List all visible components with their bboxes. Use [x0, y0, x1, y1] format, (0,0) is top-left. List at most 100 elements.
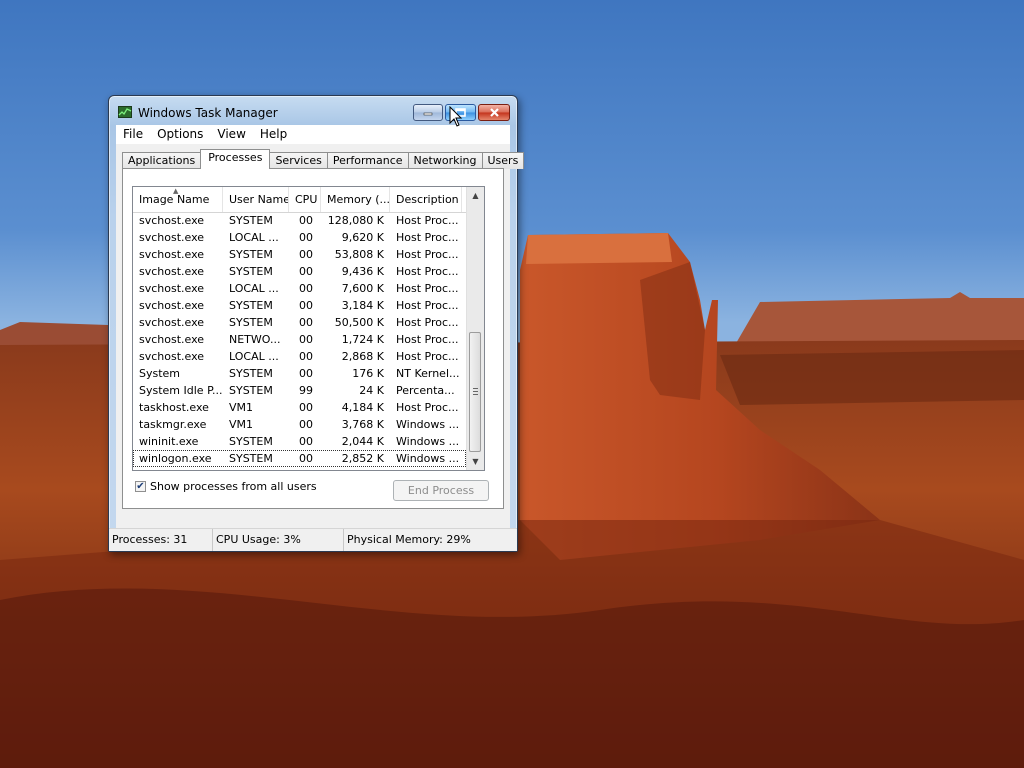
menu-options[interactable]: Options — [150, 125, 210, 144]
row-memory: 24 K — [359, 384, 384, 397]
row-image-name: svchost.exe — [139, 231, 205, 244]
table-row[interactable]: taskmgr.exe VM1 00 3,768 K Windows ... — [133, 416, 466, 433]
window-title: Windows Task Manager — [138, 106, 278, 120]
column-header-description[interactable]: Description — [390, 187, 462, 212]
row-cpu: 00 — [299, 299, 313, 312]
row-user-name: SYSTEM — [229, 214, 273, 227]
row-user-name: SYSTEM — [229, 367, 273, 380]
vertical-scrollbar[interactable]: ▲ ▼ — [466, 187, 484, 470]
row-user-name: SYSTEM — [229, 384, 273, 397]
table-row[interactable]: taskhost.exe VM1 00 4,184 K Host Proc... — [133, 399, 466, 416]
menu-file[interactable]: File — [116, 125, 150, 144]
row-cpu: 00 — [299, 214, 313, 227]
row-memory: 2,044 K — [341, 435, 384, 448]
row-user-name: LOCAL ... — [229, 282, 279, 295]
table-row[interactable]: svchost.exe NETWO... 00 1,724 K Host Proc... — [133, 331, 466, 348]
row-memory: 4,184 K — [341, 401, 384, 414]
table-row[interactable]: System SYSTEM 00 176 K NT Kernel... — [133, 365, 466, 382]
row-description: Host Proc... — [396, 231, 459, 244]
show-all-processes-checkbox[interactable]: ✔ Show processes from all users — [135, 480, 317, 493]
row-memory: 2,852 K — [341, 452, 384, 465]
row-description: Windows ... — [396, 435, 460, 448]
row-user-name: SYSTEM — [229, 435, 273, 448]
grip-line — [473, 388, 478, 389]
grip-line — [473, 394, 478, 395]
close-button[interactable] — [478, 104, 510, 121]
row-memory: 2,868 K — [341, 350, 384, 363]
row-description: Host Proc... — [396, 333, 459, 346]
column-header-memory[interactable]: Memory (... — [321, 187, 390, 212]
row-cpu: 00 — [299, 333, 313, 346]
table-row[interactable]: svchost.exe LOCAL ... 00 7,600 K Host Proc..… — [133, 280, 466, 297]
tab-services[interactable]: Services — [270, 152, 327, 169]
column-header-user-name[interactable]: User Name — [223, 187, 289, 212]
row-cpu: 00 — [299, 452, 313, 465]
row-user-name: LOCAL ... — [229, 350, 279, 363]
tab-applications[interactable]: Applications — [122, 152, 201, 169]
table-row[interactable]: svchost.exe LOCAL ... 00 9,620 K Host Proc..… — [133, 229, 466, 246]
row-description: Percenta... — [396, 384, 455, 397]
tab-processes[interactable]: Processes — [200, 149, 271, 169]
tab-networking[interactable]: Networking — [407, 152, 482, 169]
row-memory: 3,768 K — [341, 418, 384, 431]
show-all-label: Show processes from all users — [150, 480, 317, 493]
menu-help[interactable]: Help — [253, 125, 294, 144]
row-image-name: svchost.exe — [139, 214, 205, 227]
process-list[interactable]: ▲ Image Name User Name CPU Memory (... D… — [132, 186, 485, 471]
row-image-name: System — [139, 367, 181, 380]
row-memory: 128,080 K — [327, 214, 384, 227]
row-memory: 50,500 K — [334, 316, 384, 329]
row-image-name: wininit.exe — [139, 435, 199, 448]
row-description: Host Proc... — [396, 316, 459, 329]
end-process-button[interactable]: End Process — [393, 480, 489, 501]
scroll-down-icon[interactable]: ▼ — [467, 453, 484, 470]
row-cpu: 00 — [299, 350, 313, 363]
sort-up-icon: ▲ — [173, 187, 179, 195]
checkmark-icon[interactable]: ✔ — [135, 481, 146, 492]
tab-strip: Applications Processes Services Performa… — [122, 149, 525, 169]
table-row[interactable]: winlogon.exe SYSTEM 00 2,852 K Windows ... — [133, 450, 466, 467]
task-manager-window: Windows Task Manager File Options View H… — [108, 95, 525, 552]
row-image-name: svchost.exe — [139, 316, 205, 329]
table-row[interactable]: svchost.exe SYSTEM 00 9,436 K Host Proc... — [133, 263, 466, 280]
row-description: Windows ... — [396, 452, 460, 465]
menu-view[interactable]: View — [210, 125, 252, 144]
row-memory: 1,724 K — [341, 333, 384, 346]
task-manager-icon — [118, 106, 132, 118]
table-row[interactable]: wininit.exe SYSTEM 00 2,044 K Windows ... — [133, 433, 466, 450]
table-row[interactable]: svchost.exe LOCAL ... 00 2,868 K Host Proc..… — [133, 348, 466, 365]
row-image-name: System Idle P... — [139, 384, 223, 397]
scroll-up-icon[interactable]: ▲ — [467, 187, 484, 204]
row-memory: 9,436 K — [341, 265, 384, 278]
row-cpu: 00 — [299, 231, 313, 244]
row-memory: 7,600 K — [341, 282, 384, 295]
column-header-image-name[interactable]: ▲ Image Name — [133, 187, 223, 212]
table-row[interactable]: svchost.exe SYSTEM 00 50,500 K Host Proc... — [133, 314, 466, 331]
mouse-cursor-icon — [449, 106, 463, 127]
row-description: Host Proc... — [396, 350, 459, 363]
row-description: Windows ... — [396, 418, 460, 431]
table-row[interactable]: svchost.exe SYSTEM 00 3,184 K Host Proc... — [133, 297, 466, 314]
tab-users[interactable]: Users — [481, 152, 525, 169]
row-cpu: 00 — [299, 367, 313, 380]
row-user-name: SYSTEM — [229, 452, 273, 465]
status-cpu-usage: CPU Usage: 3% — [213, 529, 344, 551]
row-image-name: svchost.exe — [139, 333, 205, 346]
row-user-name: SYSTEM — [229, 265, 273, 278]
minimize-button[interactable] — [413, 104, 443, 121]
table-row[interactable]: System Idle P... SYSTEM 99 24 K Percenta... — [133, 382, 466, 399]
row-cpu: 00 — [299, 316, 313, 329]
column-header-cpu[interactable]: CPU — [289, 187, 321, 212]
row-description: NT Kernel... — [396, 367, 460, 380]
row-image-name: svchost.exe — [139, 248, 205, 261]
row-user-name: LOCAL ... — [229, 231, 279, 244]
row-cpu: 99 — [299, 384, 313, 397]
row-user-name: SYSTEM — [229, 248, 273, 261]
tab-performance[interactable]: Performance — [326, 152, 408, 169]
table-row[interactable]: svchost.exe SYSTEM 00 53,808 K Host Proc... — [133, 246, 466, 263]
row-image-name: taskhost.exe — [139, 401, 209, 414]
row-memory: 9,620 K — [341, 231, 384, 244]
table-row[interactable]: svchost.exe SYSTEM 00 128,080 K Host Proc... — [133, 212, 466, 229]
scrollbar-thumb[interactable] — [469, 332, 481, 452]
row-user-name: SYSTEM — [229, 316, 273, 329]
